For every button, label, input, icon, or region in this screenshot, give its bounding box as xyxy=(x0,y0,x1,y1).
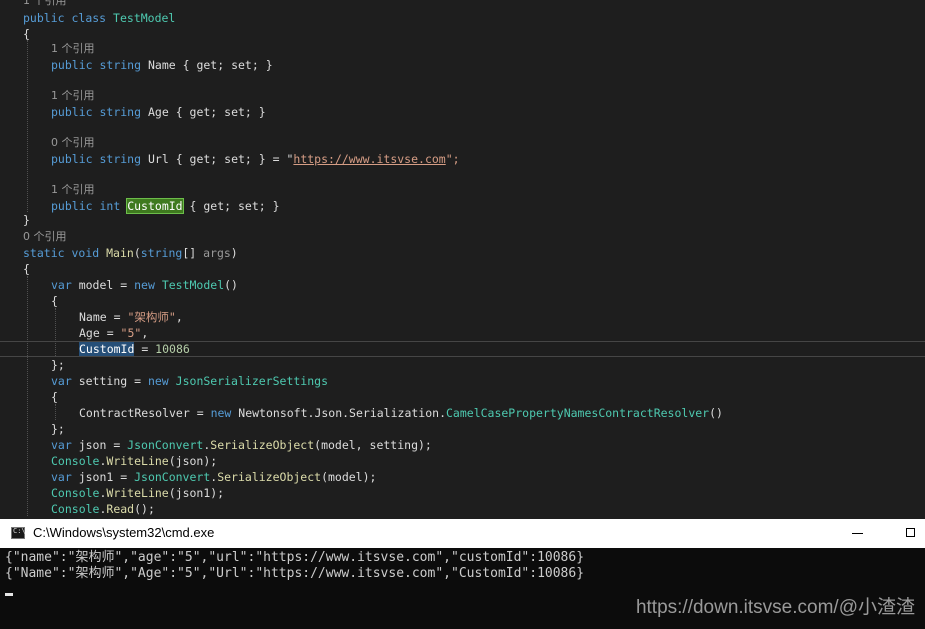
watermark: https://down.itsvse.com/@小渣渣 xyxy=(635,597,915,618)
maximize-button[interactable] xyxy=(901,523,921,543)
brace-open: { xyxy=(23,262,30,276)
brace-open: { xyxy=(51,390,58,404)
cmd-output-line: {"Name":"架构师","Age":"5","Url":"https://w… xyxy=(5,566,585,581)
url-link[interactable]: https://www.itsvse.com xyxy=(293,152,445,166)
indent-guide xyxy=(55,404,56,420)
writeline-json1: Console.WriteLine(json1); xyxy=(51,486,225,500)
minimize-button[interactable] xyxy=(848,523,868,543)
indent-guide xyxy=(55,308,56,356)
customid-highlight: CustomId xyxy=(126,198,184,214)
main-signature: static void Main(string[] args) xyxy=(23,246,238,260)
codelens-reference[interactable]: 1 个引用 xyxy=(23,0,67,9)
brace-open: { xyxy=(51,294,58,308)
property-url: public string Url { get; set; } = "https… xyxy=(51,152,460,166)
cmd-output-line: {"name":"架构师","age":"5","url":"https://w… xyxy=(5,550,585,565)
codelens-reference[interactable]: 1 个引用 xyxy=(51,88,95,104)
property-customid: public int CustomId { get; set; } xyxy=(51,198,280,214)
class-declaration: public class TestModel xyxy=(23,11,176,25)
cmd-titlebar[interactable]: C:\Windows\system32\cmd.exe xyxy=(0,519,925,548)
cmd-window[interactable]: C:\Windows\system32\cmd.exe {"name":"架构师… xyxy=(0,519,925,629)
codelens-reference[interactable]: 0 个引用 xyxy=(23,229,67,245)
cmd-window-title: C:\Windows\system32\cmd.exe xyxy=(33,525,215,540)
cmd-icon xyxy=(11,527,26,539)
init-name: Name = "架构师", xyxy=(79,310,183,324)
codelens-reference[interactable]: 0 个引用 xyxy=(51,135,95,151)
codelens-reference[interactable]: 1 个引用 xyxy=(51,182,95,198)
property-name: public string Name { get; set; } xyxy=(51,58,273,72)
brace-close: }; xyxy=(51,358,65,372)
json1-declaration: var json1 = JsonConvert.SerializeObject(… xyxy=(51,470,377,484)
code-editor[interactable]: 1 个引用 public class TestModel { 1 个引用 pub… xyxy=(0,0,925,519)
codelens-reference[interactable]: 1 个引用 xyxy=(51,41,95,57)
model-declaration: var model = new TestModel() xyxy=(51,278,238,292)
brace-open: { xyxy=(23,27,30,41)
property-age: public string Age { get; set; } xyxy=(51,105,266,119)
customid-selection: CustomId xyxy=(79,342,135,356)
setting-declaration: var setting = new JsonSerializerSettings xyxy=(51,374,328,388)
indent-guide xyxy=(27,40,28,212)
contract-resolver: ContractResolver = new Newtonsoft.Json.S… xyxy=(79,406,723,420)
class-name: TestModel xyxy=(113,11,176,25)
indent-guide xyxy=(27,276,28,516)
writeline-json: Console.WriteLine(json); xyxy=(51,454,218,468)
brace-close: }; xyxy=(51,422,65,436)
cmd-cursor xyxy=(5,593,13,596)
init-age: Age = "5", xyxy=(79,326,149,340)
json-declaration: var json = JsonConvert.SerializeObject(m… xyxy=(51,438,432,452)
init-customid: CustomId = 10086 xyxy=(79,342,190,356)
brace-close: } xyxy=(23,213,30,227)
console-read: Console.Read(); xyxy=(51,502,155,516)
